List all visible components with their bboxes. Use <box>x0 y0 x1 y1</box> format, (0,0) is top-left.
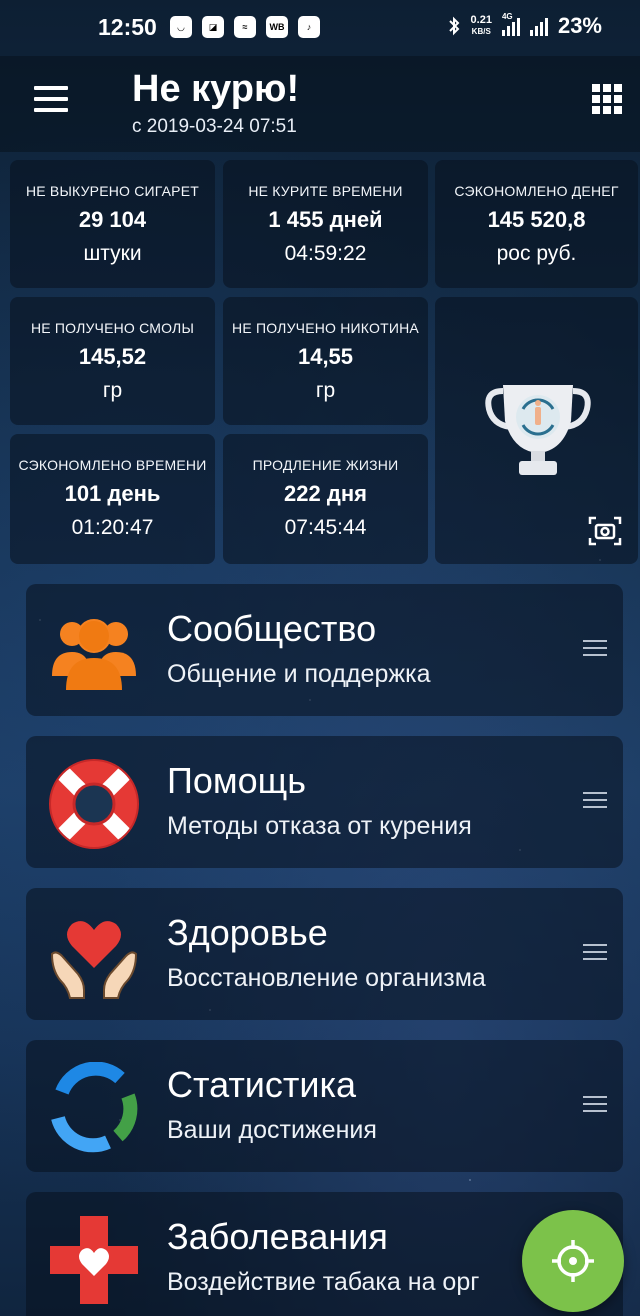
stat-unit: 01:20:47 <box>71 516 154 539</box>
network-type: 4G <box>501 12 513 21</box>
lifebuoy-icon <box>48 758 140 850</box>
crosshair-icon <box>552 1240 594 1282</box>
wb-notification-icon: WB <box>266 16 288 38</box>
stat-card-tar[interactable]: НЕ ПОЛУЧЕНО СМОЛЫ 145,52 гр <box>10 297 215 425</box>
medical-cross-icon <box>48 1214 140 1306</box>
speed-unit: KB/S <box>471 27 491 36</box>
stat-card-cigarettes[interactable]: НЕ ВЫКУРЕНО СИГАРЕТ 29 104 штуки <box>10 160 215 288</box>
stat-label: ПРОДЛЕНИЕ ЖИЗНИ <box>252 457 399 473</box>
app-header: Не курю! с 2019-03-24 07:51 <box>0 56 640 152</box>
drag-handle-icon[interactable] <box>583 792 607 812</box>
stat-value: 145 520,8 <box>487 207 586 232</box>
status-time: 12:50 <box>98 14 157 40</box>
stat-card-money[interactable]: СЭКОНОМЛЕНО ДЕНЕГ 145 520,8 рос руб. <box>435 160 638 288</box>
menu-item-description: Методы отказа от курения <box>167 812 472 840</box>
menu-item-description: Общение и поддержка <box>167 660 431 688</box>
stat-unit: 07:45:44 <box>284 516 367 539</box>
menu-item-statistics[interactable]: Статистика Ваши достижения <box>26 1040 623 1172</box>
stat-label: НЕ КУРИТЕ ВРЕМЕНИ <box>248 183 403 199</box>
cell-signal-4g: 4G <box>501 12 520 36</box>
drag-handle-icon[interactable] <box>583 1096 607 1116</box>
target-fab-button[interactable] <box>522 1210 624 1312</box>
stat-label: СЭКОНОМЛЕНО ДЕНЕГ <box>454 183 619 199</box>
stat-unit: рос руб. <box>496 242 577 265</box>
stat-unit: гр <box>102 379 123 402</box>
notification-icons: ◡ ◪ ≈ WB ♪ <box>170 16 320 38</box>
menu-item-description: Восстановление организма <box>167 964 486 992</box>
menu-item-description: Ваши достижения <box>167 1116 377 1144</box>
stat-value: 29 104 <box>78 207 147 232</box>
stat-label: НЕ ПОЛУЧЕНО СМОЛЫ <box>30 320 195 336</box>
menu-item-title: Заболевания <box>167 1216 388 1257</box>
stat-value: 222 дня <box>284 481 367 506</box>
app-notification-icon: ◡ <box>170 16 192 38</box>
trophy-icon <box>485 385 591 475</box>
heart-hands-icon <box>48 910 140 1002</box>
network-speed: 0.21 KB/S <box>471 15 492 37</box>
menu-item-health[interactable]: Здоровье Восстановление организма <box>26 888 623 1020</box>
status-bar: 12:50 ◡ ◪ ≈ WB ♪ 0.21 KB/S 4G 23% <box>0 0 640 56</box>
menu-item-title: Сообщество <box>167 608 377 649</box>
camera-icon[interactable] <box>588 516 622 546</box>
quit-date: с 2019-03-24 07:51 <box>132 116 297 137</box>
community-icon <box>48 606 140 698</box>
menu-item-title: Статистика <box>167 1064 357 1105</box>
stat-unit: гр <box>315 379 336 402</box>
status-right: 0.21 KB/S 4G 23% <box>447 12 602 39</box>
stat-unit: штуки <box>83 242 142 265</box>
stat-card-life-extension[interactable]: ПРОДЛЕНИЕ ЖИЗНИ 222 дня 07:45:44 <box>223 434 428 564</box>
drag-handle-icon[interactable] <box>583 640 607 660</box>
battery-level: 23% <box>557 13 602 38</box>
stat-card-nicotine[interactable]: НЕ ПОЛУЧЕНО НИКОТИНА 14,55 гр <box>223 297 428 425</box>
stat-card-time[interactable]: НЕ КУРИТЕ ВРЕМЕНИ 1 455 дней 04:59:22 <box>223 160 428 288</box>
statistics-icon <box>48 1061 140 1154</box>
stat-card-saved-time[interactable]: СЭКОНОМЛЕНО ВРЕМЕНИ 101 день 01:20:47 <box>10 434 215 564</box>
stat-value: 101 день <box>64 481 161 506</box>
menu-item-title: Помощь <box>167 760 307 801</box>
bluetooth-icon <box>448 16 459 36</box>
achievement-card[interactable] <box>435 297 638 564</box>
menu-item-description: Воздействие табака на орг <box>167 1268 480 1296</box>
stat-label: НЕ ПОЛУЧЕНО НИКОТИНА <box>232 320 419 336</box>
app-notification-icon: ≈ <box>234 16 256 38</box>
stat-value: 14,55 <box>297 344 354 369</box>
stat-label: НЕ ВЫКУРЕНО СИГАРЕТ <box>25 183 200 199</box>
menu-item-title: Здоровье <box>167 912 328 953</box>
grid-apps-icon[interactable] <box>592 84 622 114</box>
page-title: Не курю! <box>132 68 300 110</box>
stat-unit: 04:59:22 <box>284 242 367 265</box>
stat-value: 1 455 дней <box>268 207 383 232</box>
app-notification-icon: ♪ <box>298 16 320 38</box>
menu-item-community[interactable]: Сообщество Общение и поддержка <box>26 584 623 716</box>
stat-value: 145,52 <box>78 344 147 369</box>
app-notification-icon: ◪ <box>202 16 224 38</box>
signal-icon <box>529 16 548 36</box>
drag-handle-icon[interactable] <box>583 944 607 964</box>
menu-item-help[interactable]: Помощь Методы отказа от курения <box>26 736 623 868</box>
stat-label: СЭКОНОМЛЕНО ВРЕМЕНИ <box>18 457 207 473</box>
speed-value: 0.21 <box>470 14 492 26</box>
hamburger-menu-icon[interactable] <box>34 86 68 112</box>
